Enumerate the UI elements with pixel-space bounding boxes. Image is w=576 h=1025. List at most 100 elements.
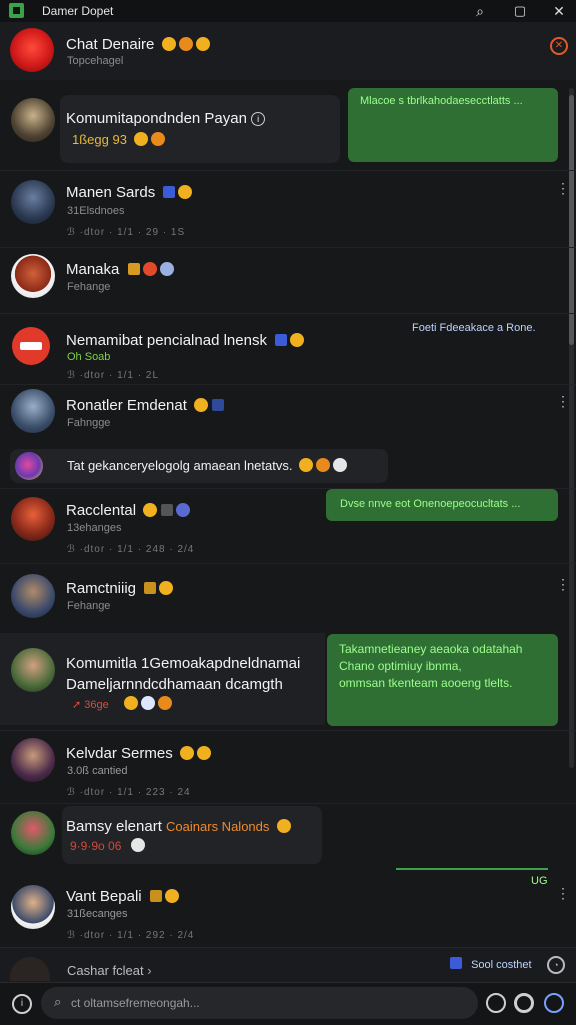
reply-bubble[interactable]: Mlacoe s tbrlkahodaesecctlatts ... [348,88,558,162]
emoji-icon [299,458,314,472]
emoji-icon [164,889,179,903]
emoji-icon [123,696,138,710]
status-icon [333,458,348,472]
badge-icon [275,334,288,346]
divider [0,803,576,804]
avatar[interactable] [11,98,55,142]
divider [0,313,576,314]
progress-line [396,868,548,870]
emoji-icon [178,185,193,199]
chevron-right-icon: › [147,963,152,978]
reply-line: Chano optimiuy ibnma, [339,659,462,673]
avatar[interactable] [11,389,55,433]
reply-bubble[interactable]: Dvse nnve eot Onenoepeocucltats ... [326,489,558,521]
emoji-icon [290,333,305,347]
chat-name: Kelvdar Sermes [66,745,173,762]
more-icon[interactable]: ⋮ [556,886,570,900]
emoji-icon [178,37,193,51]
badge-icon [127,263,140,275]
chat-name: Bamsy elenart [66,818,162,835]
chat-meta: ℬ ·dtor · 1/1 · 292 · 2/4 [67,930,195,941]
window-icon[interactable]: ▢ [509,1,531,21]
chat-meta: ℬ ·dtor · 1/1 · 29 · 1S [67,227,186,238]
cancel-icon[interactable]: ✕ [550,37,568,55]
divider [0,384,576,385]
header-avatar[interactable] [10,28,54,72]
send-icon[interactable] [544,993,564,1013]
info-icon[interactable]: i [12,994,32,1014]
badge-icon [161,504,174,516]
record-icon[interactable] [514,993,534,1013]
reply-line: Takamnetieaney aeaoka odatahah [339,642,523,656]
emoji-icon [195,37,210,51]
avatar[interactable] [11,180,55,224]
chat-name: Manaka [66,261,120,278]
emoji-icon [276,819,291,833]
emoji-icon [194,398,209,412]
avatar[interactable] [11,254,55,298]
chat-name: Vant Bepali [66,888,142,905]
avatar[interactable] [11,738,55,782]
chat-name: Ramctniiig [66,580,137,597]
chat-sub: 9·9·9o 06 [70,839,122,853]
reply-text: Dvse nnve eot Onenoepeocucltats ... [340,498,521,510]
chat-name: Ronatler Emdenat [66,397,187,414]
emoji-icon [159,581,174,595]
emoji-icon [196,746,211,760]
avatar[interactable] [11,811,55,855]
settings-icon[interactable]: ◔ [547,956,565,974]
chat-sub: 31ßecanges [67,908,128,920]
divider [0,247,576,248]
status-icon [130,838,145,852]
reply-bubble[interactable]: Takamnetieaney aeaoka odatahah Chano opt… [327,634,558,726]
chat-name: Komumitapondnden Payan [66,110,247,127]
chat-sub: 1ßegg 93 [72,132,127,147]
badge-icon [144,582,157,594]
chat-name: Nemamibat pencialnad lnensk [66,332,267,349]
badge-icon [450,957,462,969]
chat-name: Racclental [66,502,137,519]
emoji-icon [161,37,176,51]
avatar[interactable] [11,885,55,929]
badge-icon [163,186,176,198]
chat-sub: Fehange [67,600,111,612]
reply-line: ommsan tkenteam aooeng tlelts. [339,676,513,690]
chat-sub: Fehange [67,281,111,293]
emoji-icon [133,132,148,146]
chat-sub: Fahngge [67,417,111,429]
chat-sub: 3.0ß cantied [67,765,128,777]
badge-icon [149,890,162,902]
chat-meta: ℬ ·dtor · 1/1 · 2L [67,370,159,381]
divider [0,563,576,564]
avatar[interactable] [12,327,50,365]
close-icon[interactable]: ✕ [548,1,570,21]
scrollbar-thumb[interactable] [569,95,574,345]
chat-sub: 31Elsdnoes [67,205,125,217]
chat-sub: Oh Soab [67,351,111,363]
chat-name: Manen Sards [66,184,156,201]
emoji-picker-icon[interactable] [486,993,506,1013]
emoji-icon [157,696,172,710]
app-icon [9,3,24,18]
more-icon[interactable]: ⋮ [556,181,570,195]
message-placeholder: ct oltamsefremeongah... [71,996,200,1010]
header-name: Chat Denaire [66,36,155,53]
status-icon [176,503,191,517]
chat-name[interactable]: Komumitla 1Gemoakapdneldnamai [66,655,300,672]
chat-row-bg [60,95,340,163]
chat-tag: UG [531,875,548,887]
avatar[interactable] [11,574,55,618]
chat-name-line2: Dameljarnndcdhamaan dcamgth [66,676,283,693]
chat-meta: ℬ ·dtor · 1/1 · 248 · 2/4 [67,544,195,555]
avatar[interactable] [11,497,55,541]
more-icon[interactable]: ⋮ [556,577,570,591]
message-input[interactable]: ⌕ ct oltamsefremeongah... [41,987,478,1019]
more-icon[interactable]: ⋮ [556,394,570,408]
header-subtitle: Topcehagel [67,55,124,67]
emoji-icon [179,746,194,760]
search-icon[interactable]: ⌕ [469,1,491,21]
footer-label: Cashar fcleat [67,963,144,978]
avatar[interactable] [15,452,43,480]
chat-row-bg [62,806,322,864]
avatar[interactable] [11,648,55,692]
